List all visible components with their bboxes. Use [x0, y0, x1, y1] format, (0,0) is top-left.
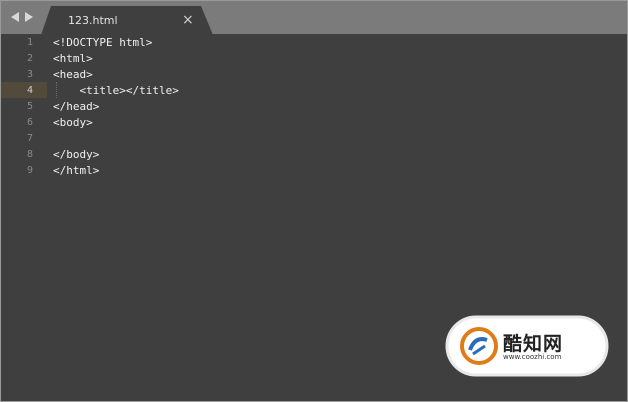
code-line[interactable]: <!DOCTYPE html>	[53, 35, 152, 51]
line-number: 3	[26, 69, 33, 80]
editor-window: 123.html × 1 2 3 4 5 6 7 8 9 <!DOCTYPE html> <htm…	[0, 0, 628, 402]
tab-123-html[interactable]: 123.html ×	[41, 6, 213, 35]
watermark-url: www.coozhi.com	[503, 353, 562, 361]
coozhi-watermark: 酷知网 www.coozhi.com	[445, 315, 609, 377]
arrow-right-icon[interactable]	[23, 10, 35, 24]
tab-title: 123.html	[68, 14, 118, 27]
line-number: 1	[26, 37, 33, 48]
line-number: 8	[26, 149, 33, 160]
indent-guide	[56, 82, 57, 98]
line-number: 2	[26, 53, 33, 64]
line-number: 7	[26, 133, 33, 144]
code-line[interactable]: <head>	[53, 67, 93, 83]
code-line[interactable]: </head>	[53, 99, 99, 115]
line-number: 5	[26, 101, 33, 112]
line-number: 6	[26, 117, 33, 128]
watermark-brand: 酷知网	[503, 333, 564, 355]
tab-bar: 123.html ×	[1, 1, 627, 35]
code-line[interactable]: </body>	[53, 147, 99, 163]
code-line[interactable]: <title></title>	[53, 83, 178, 99]
line-number: 9	[26, 165, 33, 176]
code-line[interactable]: <html>	[53, 51, 93, 67]
arrow-left-icon[interactable]	[9, 10, 21, 24]
line-number-gutter: 1 2 3 4 5 6 7 8 9	[1, 34, 47, 401]
line-number: 4	[26, 85, 33, 96]
close-icon[interactable]: ×	[182, 12, 194, 28]
coozhi-logo-icon	[460, 327, 498, 365]
code-line[interactable]: <body>	[53, 115, 93, 131]
code-line[interactable]: </html>	[53, 163, 99, 179]
